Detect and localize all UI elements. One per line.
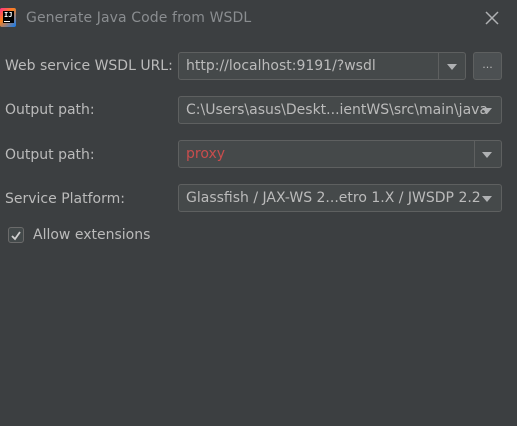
dialog-window: IJ Generate Java Code from WSDL Web serv… [0, 0, 517, 426]
intellij-app-icon: IJ [0, 8, 16, 27]
package-path-separator [474, 141, 475, 167]
output-path-combo[interactable]: C:\Users\asus\Deskt...ientWS\src\main\ja… [178, 96, 502, 124]
service-platform-label: Service Platform: [5, 191, 125, 207]
output-path-value[interactable]: C:\Users\asus\Deskt...ientWS\src\main\ja… [186, 102, 488, 118]
wsdl-url-combo[interactable]: http://localhost:9191/?wsdl [178, 52, 466, 80]
chevron-down-icon[interactable] [447, 64, 457, 70]
title-bar: IJ Generate Java Code from WSDL [0, 0, 517, 38]
allow-extensions-checkbox[interactable] [8, 227, 24, 243]
package-path-combo[interactable]: proxy [178, 140, 502, 168]
wsdl-url-value[interactable]: http://localhost:9191/?wsdl [186, 58, 376, 74]
check-icon [11, 231, 21, 241]
output-path-label: Output path: [5, 102, 95, 118]
wsdl-url-label: Web service WSDL URL: [5, 58, 173, 74]
chevron-down-icon[interactable] [482, 196, 492, 202]
service-platform-combo[interactable]: Glassfish / JAX-WS 2...etro 1.X / JWSDP … [178, 184, 502, 212]
allow-extensions-label[interactable]: Allow extensions [33, 227, 150, 243]
chevron-down-icon[interactable] [482, 152, 492, 158]
app-icon-text: IJ [4, 11, 13, 19]
close-icon [485, 11, 499, 25]
package-path-label: Output path: [5, 147, 95, 163]
wsdl-url-separator [438, 53, 439, 79]
service-platform-value[interactable]: Glassfish / JAX-WS 2...etro 1.X / JWSDP … [186, 190, 481, 206]
close-button[interactable] [482, 8, 502, 28]
package-path-value[interactable]: proxy [186, 146, 225, 162]
chevron-down-icon[interactable] [482, 108, 492, 114]
app-icon-underline [4, 21, 10, 22]
browse-wsdl-button[interactable]: ... [473, 52, 502, 80]
dialog-title: Generate Java Code from WSDL [26, 10, 252, 26]
app-icon-glyph: IJ [3, 11, 14, 23]
